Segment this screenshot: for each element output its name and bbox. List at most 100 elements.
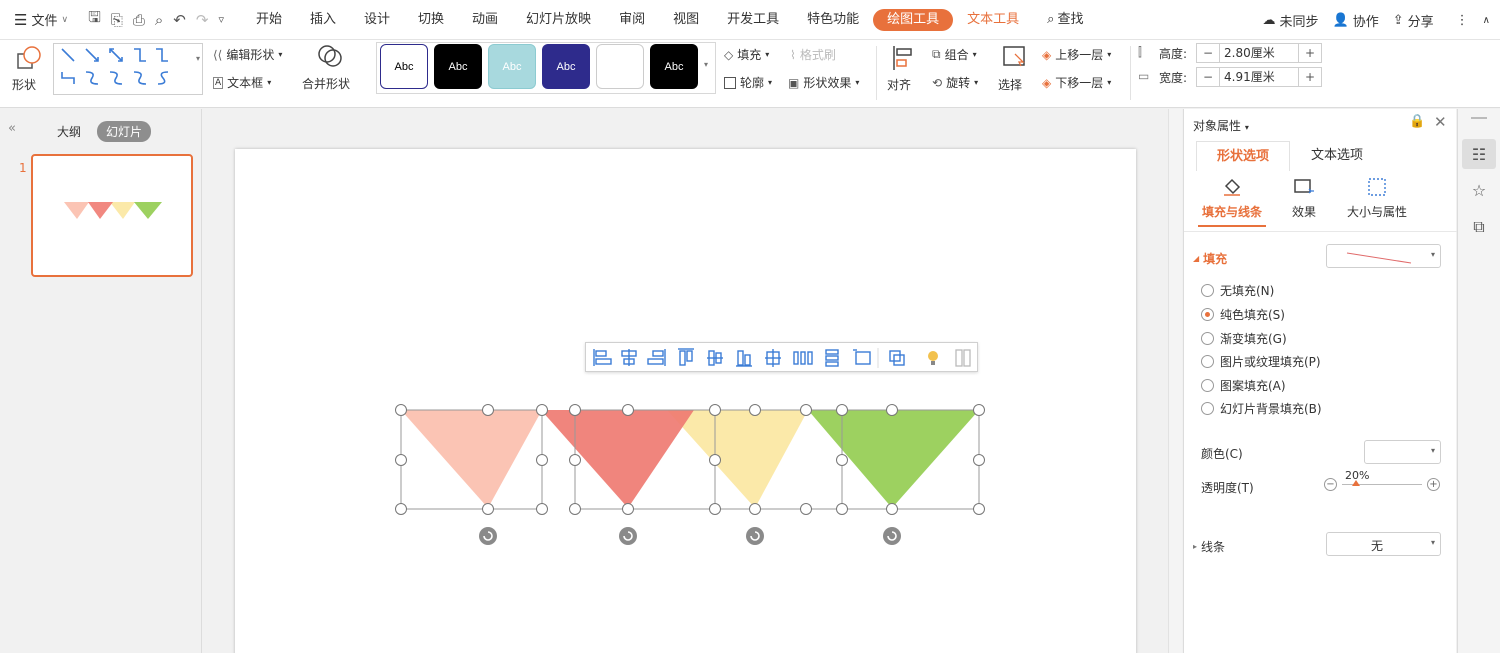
bring-forward-button[interactable]: ◈ 上移一层 ▾: [1042, 46, 1111, 63]
tab-text-options[interactable]: 文本选项: [1290, 141, 1384, 171]
subtab-size-properties[interactable]: 大小与属性: [1342, 177, 1412, 220]
tab-developer[interactable]: 开发工具: [713, 9, 793, 31]
style-preset-2[interactable]: Abc: [434, 44, 482, 89]
fill-option-slide-bg[interactable]: 幻灯片背景填充(B): [1201, 400, 1322, 417]
collapse-ribbon-icon[interactable]: ∧: [1483, 15, 1490, 26]
slider-thumb[interactable]: [1352, 480, 1360, 486]
width-input[interactable]: 4.91厘米: [1219, 68, 1299, 86]
fill-button[interactable]: ◇ 填充 ▾: [724, 46, 769, 63]
shape-effect-button[interactable]: ▣ 形状效果 ▾: [788, 74, 859, 91]
style-preset-6[interactable]: Abc: [650, 44, 698, 89]
canvas-vertical-scrollbar[interactable]: [1168, 109, 1182, 653]
redo-icon[interactable]: ↷: [196, 11, 209, 29]
align-tools-icons[interactable]: [586, 343, 979, 373]
width-increase-button[interactable]: +: [1299, 70, 1321, 84]
transparency-slider[interactable]: − 20% +: [1322, 469, 1444, 497]
height-decrease-button[interactable]: −: [1197, 46, 1219, 60]
collab-button[interactable]: 👤 协作: [1333, 11, 1379, 30]
format-painter-icon[interactable]: ⎘: [111, 11, 123, 29]
line-shapes-icon: [61, 48, 169, 85]
style-gallery-more-icon[interactable]: ▾: [704, 60, 708, 69]
tab-view[interactable]: 视图: [659, 9, 713, 31]
line-section-header[interactable]: ▸ 线条: [1193, 538, 1225, 555]
slide-canvas[interactable]: [235, 149, 1136, 653]
fill-option-picture[interactable]: 图片或纹理填充(P): [1201, 353, 1321, 370]
file-menu[interactable]: ☰ 文件 ∨: [0, 10, 78, 30]
collapse-panel-icon[interactable]: «: [8, 121, 16, 136]
fill-option-solid[interactable]: 纯色填充(S): [1201, 306, 1285, 323]
width-icon: ▭: [1138, 69, 1150, 83]
rotate-button[interactable]: ⟲ 旋转 ▾: [932, 74, 978, 91]
triangle-red[interactable]: [541, 410, 694, 508]
height-input[interactable]: 2.80厘米: [1219, 44, 1299, 62]
tab-shape-options[interactable]: 形状选项: [1196, 141, 1290, 171]
customize-icon[interactable]: ▿: [218, 13, 224, 26]
line-style-dropdown[interactable]: 无 ▾: [1326, 532, 1441, 556]
tab-slides[interactable]: 幻灯片: [97, 121, 152, 142]
gallery-scroll-icon[interactable]: ▾: [196, 54, 200, 63]
pane-title[interactable]: 对象属性 ▾: [1193, 117, 1249, 134]
subtab-fill-line[interactable]: 填充与线条: [1198, 177, 1266, 220]
align-button[interactable]: 对齐: [886, 42, 920, 94]
triangle-peach[interactable]: [401, 410, 542, 508]
line-shapes-gallery[interactable]: ▾: [53, 43, 203, 95]
rotate-handles[interactable]: [479, 527, 901, 545]
transition-icon[interactable]: ⧉: [1462, 212, 1496, 242]
tab-design[interactable]: 设计: [350, 9, 404, 31]
send-backward-button[interactable]: ◈ 下移一层 ▾: [1042, 74, 1111, 91]
tab-review[interactable]: 审阅: [605, 9, 659, 31]
style-preset-4[interactable]: Abc: [542, 44, 590, 89]
tab-transitions[interactable]: 切换: [404, 9, 458, 31]
tab-text-tools[interactable]: 文本工具: [953, 9, 1033, 31]
style-preset-5[interactable]: Abc: [596, 44, 644, 89]
plus-icon[interactable]: +: [1427, 478, 1440, 491]
fill-option-none[interactable]: 无填充(N): [1201, 282, 1274, 299]
menu-right: ☁ 未同步 👤 协作 ⇪ 分享 ⋮ ∧: [1263, 0, 1490, 40]
format-painter-button[interactable]: ⌇ 格式刷: [790, 46, 836, 63]
width-stepper[interactable]: − 4.91厘米 +: [1196, 67, 1322, 87]
fill-option-gradient[interactable]: 渐变填充(G): [1201, 330, 1287, 347]
print-icon[interactable]: ⎙: [133, 11, 145, 29]
merge-shape-button[interactable]: 合并形状: [300, 42, 362, 94]
group-button[interactable]: ⧉ 组合 ▾: [932, 46, 977, 63]
width-decrease-button[interactable]: −: [1197, 70, 1219, 84]
chevron-down-icon: ▾: [278, 50, 283, 59]
close-icon[interactable]: ✕: [1434, 113, 1447, 131]
search-button[interactable]: ⌕ 查找: [1033, 9, 1097, 31]
select-button[interactable]: 选择: [996, 42, 1032, 94]
tab-home[interactable]: 开始: [242, 9, 296, 31]
tab-insert[interactable]: 插入: [296, 9, 350, 31]
lock-icon[interactable]: 🔒: [1409, 114, 1425, 129]
shape-button[interactable]: 形状: [10, 42, 48, 94]
triangle-yellow[interactable]: [667, 410, 808, 508]
style-preset-3[interactable]: Abc: [488, 44, 536, 89]
fill-preset-dropdown[interactable]: ▾: [1326, 244, 1441, 268]
outline-button[interactable]: 轮廓 ▾: [724, 74, 772, 91]
subtab-effects[interactable]: 效果: [1277, 177, 1331, 220]
tab-outline[interactable]: 大纲: [57, 123, 81, 140]
animation-star-icon[interactable]: ☆: [1462, 175, 1496, 205]
tab-features[interactable]: 特色功能: [793, 9, 873, 31]
tab-slideshow[interactable]: 幻灯片放映: [512, 9, 605, 31]
save-icon[interactable]: 🖫: [88, 7, 101, 32]
tab-animations[interactable]: 动画: [458, 9, 512, 31]
edit-shape-icon: ⟨⟨: [213, 47, 223, 62]
more-icon[interactable]: ⋮: [1456, 13, 1469, 28]
fill-section-header[interactable]: ◢ 填充: [1193, 250, 1227, 267]
slide-thumbnail[interactable]: [31, 154, 193, 277]
tab-drawing-tools[interactable]: 绘图工具: [873, 8, 954, 31]
fill-option-pattern[interactable]: 图案填充(A): [1201, 377, 1286, 394]
edit-shape-button[interactable]: ⟨⟨ 编辑形状 ▾: [213, 46, 282, 63]
triangle-green[interactable]: [808, 410, 979, 508]
minus-icon[interactable]: −: [1324, 478, 1337, 491]
sync-button[interactable]: ☁ 未同步: [1263, 11, 1319, 30]
color-dropdown[interactable]: ▾: [1364, 440, 1441, 464]
print-preview-icon[interactable]: ⌕: [155, 11, 163, 29]
height-increase-button[interactable]: +: [1299, 46, 1321, 60]
height-stepper[interactable]: − 2.80厘米 +: [1196, 43, 1322, 63]
textbox-button[interactable]: A 文本框 ▾: [213, 74, 271, 91]
style-preset-1[interactable]: Abc: [380, 44, 428, 89]
properties-settings-icon[interactable]: ☷: [1462, 139, 1496, 169]
undo-icon[interactable]: ↶: [173, 11, 186, 29]
share-button[interactable]: ⇪ 分享: [1393, 11, 1434, 30]
